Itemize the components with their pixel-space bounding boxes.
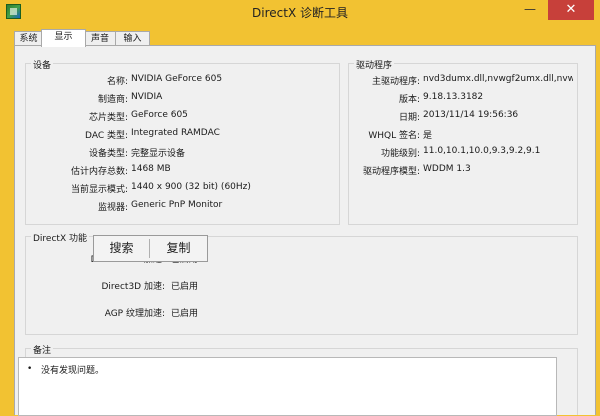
title-bar[interactable]: DirectX 诊断工具 — ✕	[0, 0, 600, 22]
notes-item: 没有发现问题。	[41, 366, 105, 376]
tab-input[interactable]: 输入	[115, 31, 150, 46]
device-memory-value: 1468 MB	[131, 164, 171, 174]
driver-main-label: 主驱动程序:	[371, 77, 420, 87]
device-monitor-label: 监视器:	[97, 203, 128, 213]
device-manufacturer-label: 制造商:	[97, 95, 128, 105]
device-monitor-value: Generic PnP Monitor	[131, 200, 223, 210]
direct3d-accel-label: Direct3D 加速:	[101, 282, 166, 292]
driver-main-value: nvd3dumx.dll,nvwgf2umx.dll,nvwgf2	[423, 74, 573, 84]
driver-date-value: 2013/11/14 19:56:36	[423, 110, 519, 120]
notes-title: 备注	[31, 343, 54, 356]
driver-group: 驱动程序	[348, 58, 578, 225]
device-chip-label: 芯片类型:	[88, 113, 128, 123]
device-manufacturer-value: NVIDIA	[131, 92, 163, 102]
driver-whql-value: 是	[423, 131, 433, 141]
device-group-title: 设备	[31, 58, 54, 71]
search-button[interactable]: 搜索	[94, 236, 149, 261]
driver-feature-level-value: 11.0,10.1,10.0,9.3,9.2,9.1	[423, 146, 541, 156]
device-display-mode-label: 当前显示模式:	[70, 185, 128, 195]
dxdiag-window: DirectX 诊断工具 — ✕ 系统 显示 声音 输入 设备 名称: NVID…	[0, 0, 600, 416]
device-chip-value: GeForce 605	[131, 110, 188, 120]
device-name-label: 名称:	[106, 77, 128, 87]
directx-features-title: DirectX 功能	[31, 231, 89, 244]
device-dac-label: DAC 类型:	[85, 131, 128, 141]
agp-texture-accel-label: AGP 纹理加速:	[104, 309, 165, 319]
device-display-mode-value: 1440 x 900 (32 bit) (60Hz)	[131, 182, 251, 192]
driver-model-label: 驱动程序模型:	[362, 167, 420, 177]
context-popup: 搜索 复制	[93, 235, 208, 262]
copy-button[interactable]: 复制	[150, 236, 207, 261]
tab-display[interactable]: 显示	[41, 29, 86, 47]
driver-version-value: 9.18.13.3182	[423, 92, 484, 102]
bullet-icon: •	[27, 364, 33, 374]
device-type-label: 设备类型:	[88, 149, 128, 159]
driver-model-value: WDDM 1.3	[423, 164, 471, 174]
agp-texture-accel-value: 已启用	[171, 309, 199, 319]
device-memory-label: 估计内存总数:	[70, 167, 128, 177]
direct3d-accel-value: 已启用	[171, 282, 199, 292]
notes-textbox[interactable]: • 没有发现问题。	[18, 357, 557, 416]
device-name-value: NVIDIA GeForce 605	[131, 74, 223, 84]
minimize-button[interactable]: —	[518, 2, 542, 18]
driver-date-label: 日期:	[398, 113, 420, 123]
device-dac-value: Integrated RAMDAC	[131, 128, 220, 138]
driver-group-title: 驱动程序	[354, 58, 395, 71]
tab-system[interactable]: 系统	[14, 31, 43, 46]
tab-sound[interactable]: 声音	[84, 31, 116, 46]
close-button[interactable]: ✕	[548, 0, 594, 20]
driver-whql-label: WHQL 签名:	[368, 131, 420, 141]
driver-feature-level-label: 功能级别:	[380, 149, 420, 159]
driver-version-label: 版本:	[398, 95, 420, 105]
device-type-value: 完整显示设备	[131, 149, 186, 159]
window-title: DirectX 诊断工具	[252, 6, 348, 20]
